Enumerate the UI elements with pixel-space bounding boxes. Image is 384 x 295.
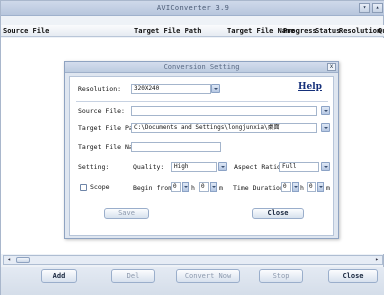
aspect-ratio-dropdown-icon[interactable] xyxy=(321,162,330,171)
target-name-field[interactable] xyxy=(131,142,221,152)
dialog-close-button[interactable]: Close xyxy=(252,208,304,219)
dialog-title-bar[interactable]: Conversion Setting x xyxy=(65,62,338,73)
help-link[interactable]: Help xyxy=(298,82,322,92)
source-file-field[interactable] xyxy=(131,106,317,116)
divider xyxy=(76,101,328,102)
aspect-ratio-select[interactable]: Full xyxy=(279,162,319,172)
restore-button[interactable]: ▴ xyxy=(372,3,383,13)
begin-from-label: Begin from: xyxy=(133,184,177,192)
time-duration-label: Time Duration: xyxy=(233,184,288,192)
duration-hour-spinner-icon[interactable] xyxy=(292,182,299,192)
aspect-ratio-label: Aspect Ratio: xyxy=(234,163,285,171)
dialog-title: Conversion Setting xyxy=(163,63,240,71)
duration-minute-unit: m xyxy=(326,184,330,192)
source-file-browse-icon[interactable] xyxy=(321,106,330,115)
conversion-setting-dialog: Conversion Setting x Resolution: 320X240… xyxy=(64,61,339,239)
duration-minute-input[interactable]: 0 xyxy=(307,182,316,192)
title-bar[interactable]: AVIConverter 3.9 ▾ ▴ xyxy=(1,1,384,16)
dialog-body: Resolution: 320X240 Help Source File: Ta… xyxy=(69,76,334,236)
scope-label: Scope xyxy=(90,183,110,191)
begin-minute-spinner-icon[interactable] xyxy=(210,182,217,192)
minimize-button[interactable]: ▾ xyxy=(359,3,370,13)
del-button[interactable]: Del xyxy=(111,269,155,283)
target-path-field[interactable]: C:\Documents and Settings\longjunxia\桌面 xyxy=(131,123,317,133)
column-quality[interactable]: Qu xyxy=(378,27,384,35)
begin-hour-spinner-icon[interactable] xyxy=(182,182,189,192)
scroll-left-arrow-icon[interactable]: ◂ xyxy=(4,256,14,264)
scroll-thumb[interactable] xyxy=(16,257,30,263)
close-button[interactable]: Close xyxy=(328,269,378,283)
begin-hour-input[interactable]: 0 xyxy=(171,182,181,192)
stop-button[interactable]: Stop xyxy=(259,269,303,283)
begin-minute-input[interactable]: 0 xyxy=(199,182,209,192)
resolution-dropdown-icon[interactable] xyxy=(211,84,220,93)
begin-hour-unit: h xyxy=(191,184,195,192)
quality-select[interactable]: High xyxy=(171,162,217,172)
resolution-select[interactable]: 320X240 xyxy=(131,84,211,94)
column-source-file[interactable]: Source File xyxy=(3,27,49,35)
setting-label: Setting: xyxy=(78,163,110,171)
quality-label: Quality: xyxy=(133,163,165,171)
file-list-header: Source File Target File Path Target File… xyxy=(1,25,384,37)
resolution-label: Resolution: xyxy=(78,85,122,93)
add-button[interactable]: Add xyxy=(41,269,77,283)
scope-checkbox[interactable] xyxy=(80,184,87,191)
duration-hour-input[interactable]: 0 xyxy=(281,182,291,192)
begin-minute-unit: m xyxy=(219,184,223,192)
scroll-right-arrow-icon[interactable]: ▸ xyxy=(372,256,382,264)
column-progress[interactable]: Progress xyxy=(283,27,317,35)
window-title: AVIConverter 3.9 xyxy=(156,4,230,12)
bottom-toolbar: Add Del Convert Now Stop Close xyxy=(1,267,384,295)
dialog-close-icon[interactable]: x xyxy=(327,63,336,71)
target-path-browse-icon[interactable] xyxy=(321,123,330,132)
source-file-label: Source File: xyxy=(78,107,125,115)
save-button[interactable]: Save xyxy=(104,208,149,219)
column-resolution[interactable]: Resolution xyxy=(339,27,381,35)
convert-now-button[interactable]: Convert Now xyxy=(176,269,240,283)
duration-minute-spinner-icon[interactable] xyxy=(317,182,324,192)
app-window: AVIConverter 3.9 ▾ ▴ Source File Target … xyxy=(0,0,384,295)
quality-dropdown-icon[interactable] xyxy=(218,162,227,171)
column-target-file-path[interactable]: Target File Path xyxy=(134,27,201,35)
duration-hour-unit: h xyxy=(300,184,304,192)
column-status[interactable]: Status xyxy=(315,27,340,35)
horizontal-scrollbar[interactable]: ◂ ▸ xyxy=(3,255,383,265)
